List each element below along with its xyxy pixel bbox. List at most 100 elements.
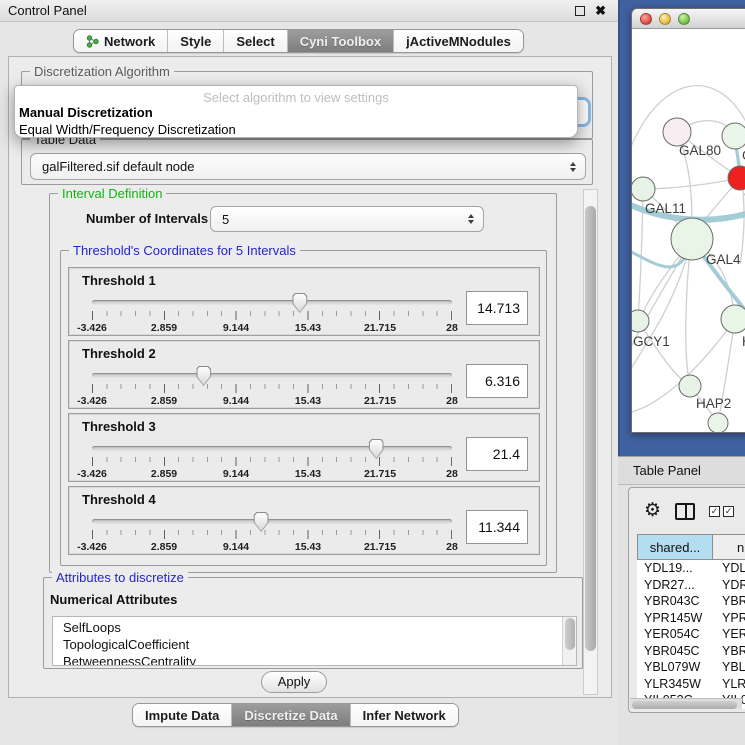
threshold-1-slider[interactable]: -3.426 2.859 9.144 15.43 21.715 28 (92, 298, 452, 336)
list-item-betweennesscentrality[interactable]: BetweennessCentrality (53, 653, 576, 666)
threshold-3-label: Threshold 3 (82, 419, 156, 434)
tick-label: 21.715 (364, 468, 396, 480)
table-horizontal-scrollbar[interactable] (630, 698, 742, 709)
tick-label: 28 (446, 468, 458, 480)
network-view-window: GAL80 G C GAL11 GAL4 GCY1 H HAP2 (631, 8, 745, 433)
table-row[interactable]: YDL19...YDL1 (637, 560, 745, 577)
numerical-attributes-list: SelfLoops TopologicalCoefficient Between… (52, 616, 577, 666)
column-layout-icon[interactable] (675, 503, 695, 520)
threshold-3-handle[interactable] (369, 439, 384, 459)
threshold-2-slider[interactable]: -3.426 2.859 9.144 15.43 21.715 28 (92, 371, 452, 409)
table-row[interactable]: YER054CYER0 (637, 626, 745, 643)
checkbox-icon[interactable]: ✓ (709, 506, 720, 517)
scrollbar-thumb[interactable] (565, 618, 575, 650)
close-icon[interactable]: ✖ (595, 0, 606, 22)
table-panel-title: Table Panel (618, 463, 701, 478)
tick-label: 9.144 (223, 541, 249, 553)
scrollbar-thumb[interactable] (632, 701, 737, 709)
network-icon (86, 35, 99, 48)
node-gal80[interactable] (663, 118, 691, 146)
column-header-shared-name[interactable]: shared... (637, 534, 713, 560)
threshold-3-panel: Threshold 3 -3.426 2.859 9.144 15.43 21.… (68, 413, 540, 482)
network-window-titlebar (632, 9, 745, 29)
tab-jactivemnodules[interactable]: jActiveMNodules (393, 30, 523, 52)
network-canvas[interactable]: GAL80 G C GAL11 GAL4 GCY1 H HAP2 (632, 29, 745, 433)
number-of-intervals-combobox[interactable]: 5 (210, 206, 484, 232)
slider-track (92, 519, 452, 524)
node-table: shared... n YDL19...YDL1 YDR27...YDR2 YB… (637, 534, 745, 709)
right-area: GAL80 G C GAL11 GAL4 GCY1 H HAP2 Table P… (618, 0, 745, 745)
algorithm-placeholder: Select algorithm to view settings (15, 90, 577, 105)
tab-impute-data[interactable]: Impute Data (133, 704, 231, 726)
panel-scrollbar[interactable] (583, 189, 598, 695)
node-label-hap2: HAP2 (696, 396, 731, 411)
attributes-list-scrollbar[interactable] (562, 617, 576, 665)
tick-label: 21.715 (364, 541, 396, 553)
zoom-traffic-light-icon[interactable] (678, 13, 690, 25)
table-row[interactable]: YPR145WYPR1 (637, 610, 745, 627)
tab-select[interactable]: Select (223, 30, 286, 52)
threshold-4-value[interactable]: 11.344 (466, 510, 528, 544)
threshold-3-slider[interactable]: -3.426 2.859 9.144 15.43 21.715 28 (92, 444, 452, 482)
number-of-intervals-value: 5 (222, 212, 229, 227)
tick-label: 2.859 (151, 541, 177, 553)
algorithm-option-manual[interactable]: Manual Discretization (19, 105, 153, 120)
node-bottom[interactable] (708, 413, 728, 433)
tick-label: 2.859 (151, 468, 177, 480)
table-panel-header: Table Panel (618, 456, 745, 485)
table-row[interactable]: YBR043CYBR0 (637, 593, 745, 610)
list-item-topologicalcoefficient[interactable]: TopologicalCoefficient (53, 636, 576, 653)
tick-label: -3.426 (77, 468, 107, 480)
tick-label: -3.426 (77, 541, 107, 553)
control-panel-titlebar: Control Panel ✖ (0, 0, 618, 22)
tab-network[interactable]: Network (74, 30, 167, 52)
node-gcy1[interactable] (632, 310, 649, 332)
node-hap2[interactable] (679, 375, 701, 397)
tab-discretize-data[interactable]: Discretize Data (231, 704, 349, 726)
table-row[interactable]: YBL079WYBL0 (637, 659, 745, 676)
tick-label: -3.426 (77, 395, 107, 407)
threshold-2-handle[interactable] (196, 366, 211, 386)
tick-label: -3.426 (77, 322, 107, 334)
node-selected-red[interactable] (728, 166, 745, 190)
tick-label: 28 (446, 322, 458, 334)
tick-label: 28 (446, 541, 458, 553)
slider-ticks (92, 457, 452, 466)
threshold-2-value[interactable]: 6.316 (466, 364, 528, 398)
cyni-toolbox-panel: Discretization Algorithm Select algorith… (8, 56, 612, 698)
tab-style[interactable]: Style (167, 30, 223, 52)
apply-button[interactable]: Apply (261, 671, 327, 693)
tab-infer-network[interactable]: Infer Network (350, 704, 458, 726)
close-traffic-light-icon[interactable] (640, 13, 652, 25)
list-item-selfloops[interactable]: SelfLoops (53, 617, 576, 636)
threshold-1-handle[interactable] (292, 293, 307, 313)
node-gal11[interactable] (632, 177, 655, 201)
threshold-4-handle[interactable] (254, 512, 269, 532)
node-h[interactable] (721, 305, 745, 333)
minimize-traffic-light-icon[interactable] (659, 13, 671, 25)
tick-label: 15.43 (295, 322, 321, 334)
tab-cyni-toolbox[interactable]: Cyni Toolbox (287, 30, 393, 52)
checkbox-icon[interactable]: ✓ (723, 506, 734, 517)
tick-label: 15.43 (295, 395, 321, 407)
threshold-4-slider[interactable]: -3.426 2.859 9.144 15.43 21.715 28 (92, 517, 452, 555)
combo-stepper-icon (570, 162, 576, 172)
scrollbar-thumb[interactable] (585, 206, 596, 651)
column-header-name[interactable]: n (713, 534, 745, 560)
slider-track (92, 373, 452, 378)
table-row[interactable]: YBR045CYBR0 (637, 643, 745, 660)
table-data-combobox[interactable]: galFiltered.sif default node (30, 153, 586, 180)
node-top-right[interactable] (722, 123, 745, 149)
float-window-icon[interactable] (575, 6, 585, 16)
node-label-gal80: GAL80 (679, 143, 721, 158)
algorithm-option-equal-width[interactable]: Equal Width/Frequency Discretization (19, 122, 236, 137)
threshold-3-value[interactable]: 21.4 (466, 437, 528, 471)
tick-label: 9.144 (223, 322, 249, 334)
node-label-gal4: GAL4 (706, 252, 741, 267)
threshold-1-value[interactable]: 14.713 (466, 291, 528, 325)
table-row[interactable]: YLR345WYLR3 (637, 676, 745, 693)
gear-icon[interactable]: ⚙ (644, 501, 661, 521)
tick-label: 9.144 (223, 468, 249, 480)
slider-ticks (92, 530, 452, 539)
table-row[interactable]: YDR27...YDR2 (637, 577, 745, 594)
